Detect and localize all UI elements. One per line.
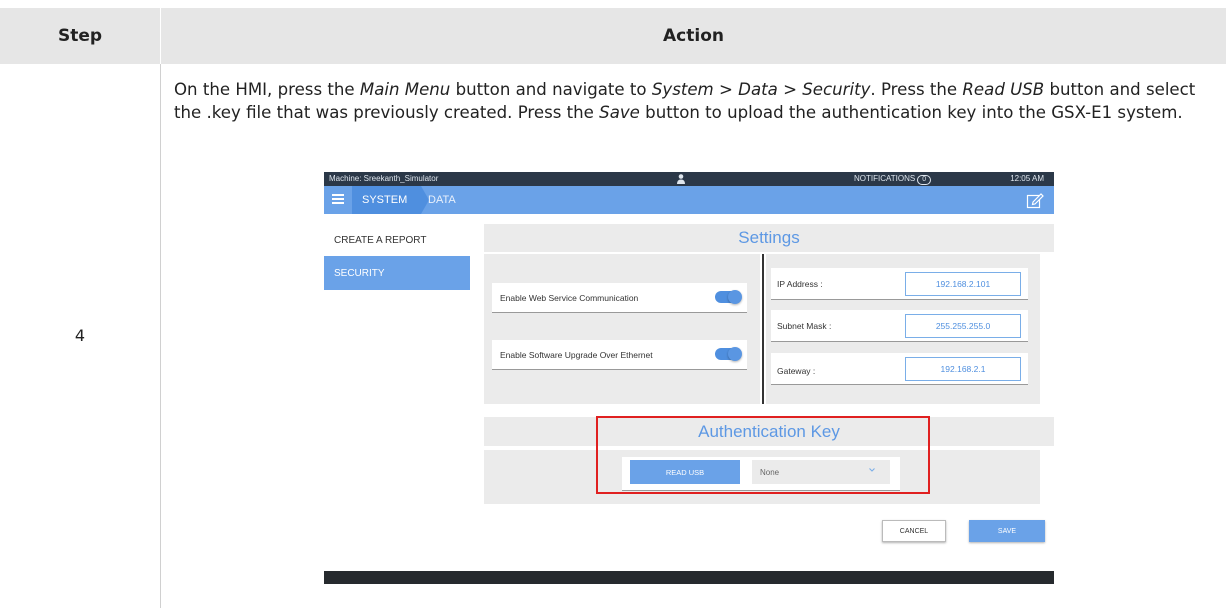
edit-icon[interactable] [1026, 191, 1044, 209]
action-text-1: On the HMI, press the [174, 80, 360, 99]
instruction-table: Step Action 4 On the HMI, press the Main… [0, 0, 1226, 608]
nav-path-term: System > Data > Security [651, 80, 871, 99]
web-service-toggle[interactable] [715, 290, 742, 304]
sidebar-item-security[interactable]: SECURITY [324, 256, 470, 290]
software-upgrade-row: Enable Software Upgrade Over Ethernet [492, 340, 747, 370]
gateway-label: Gateway : [777, 366, 816, 376]
save-term: Save [599, 103, 640, 122]
software-upgrade-label: Enable Software Upgrade Over Ethernet [500, 349, 653, 360]
toggles-panel [484, 254, 760, 404]
gateway-row: Gateway : 192.168.2.1 [771, 353, 1028, 385]
sidebar-item-create-report[interactable]: CREATE A REPORT [324, 224, 470, 256]
main-menu-term: Main Menu [359, 80, 451, 99]
hmi-screenshot: Machine: Sreekanth_Simulator NOTIFICATIO… [324, 172, 1054, 584]
nav-bar: SYSTEM DATA [324, 186, 1054, 214]
gateway-field[interactable]: 192.168.2.1 [905, 357, 1021, 381]
settings-title: Settings [484, 224, 1054, 252]
breadcrumb-data[interactable]: DATA [428, 186, 456, 214]
action-text-5: button to upload the authentication key … [639, 103, 1183, 122]
status-bar: Machine: Sreekanth_Simulator NOTIFICATIO… [324, 172, 1054, 186]
ip-address-row: IP Address : 192.168.2.101 [771, 268, 1028, 300]
user-icon[interactable] [676, 173, 686, 185]
save-button[interactable]: SAVE [969, 520, 1045, 542]
web-service-label: Enable Web Service Communication [500, 292, 639, 303]
panel-divider [762, 254, 764, 404]
ip-address-label: IP Address : [777, 279, 823, 289]
highlight-box [596, 416, 930, 494]
machine-name: Machine: Sreekanth_Simulator [329, 174, 439, 183]
action-description: On the HMI, press the Main Menu button a… [174, 78, 1214, 124]
action-text-2: button and navigate to [450, 80, 652, 99]
breadcrumb-system[interactable]: SYSTEM [352, 186, 430, 214]
clock: 12:05 AM [1010, 174, 1044, 183]
notifications[interactable]: NOTIFICATIONS 0 [854, 174, 932, 185]
column-divider [160, 64, 161, 608]
header-action: Action [161, 8, 1226, 64]
web-service-row: Enable Web Service Communication [492, 283, 747, 313]
subnet-mask-label: Subnet Mask : [777, 321, 832, 331]
notifications-label: NOTIFICATIONS [854, 174, 916, 183]
notifications-count: 0 [917, 175, 932, 185]
hamburger-menu-icon[interactable] [332, 194, 344, 204]
ip-address-field[interactable]: 192.168.2.101 [905, 272, 1021, 296]
cancel-button[interactable]: CANCEL [882, 520, 946, 542]
software-upgrade-toggle[interactable] [715, 347, 742, 361]
step-number: 4 [74, 326, 86, 345]
header-step: Step [0, 8, 160, 64]
read-usb-term: Read USB [962, 80, 1045, 99]
subnet-mask-field[interactable]: 255.255.255.0 [905, 314, 1021, 338]
bottom-bar [324, 571, 1054, 584]
action-text-3: . Press the [870, 80, 963, 99]
subnet-mask-row: Subnet Mask : 255.255.255.0 [771, 310, 1028, 342]
